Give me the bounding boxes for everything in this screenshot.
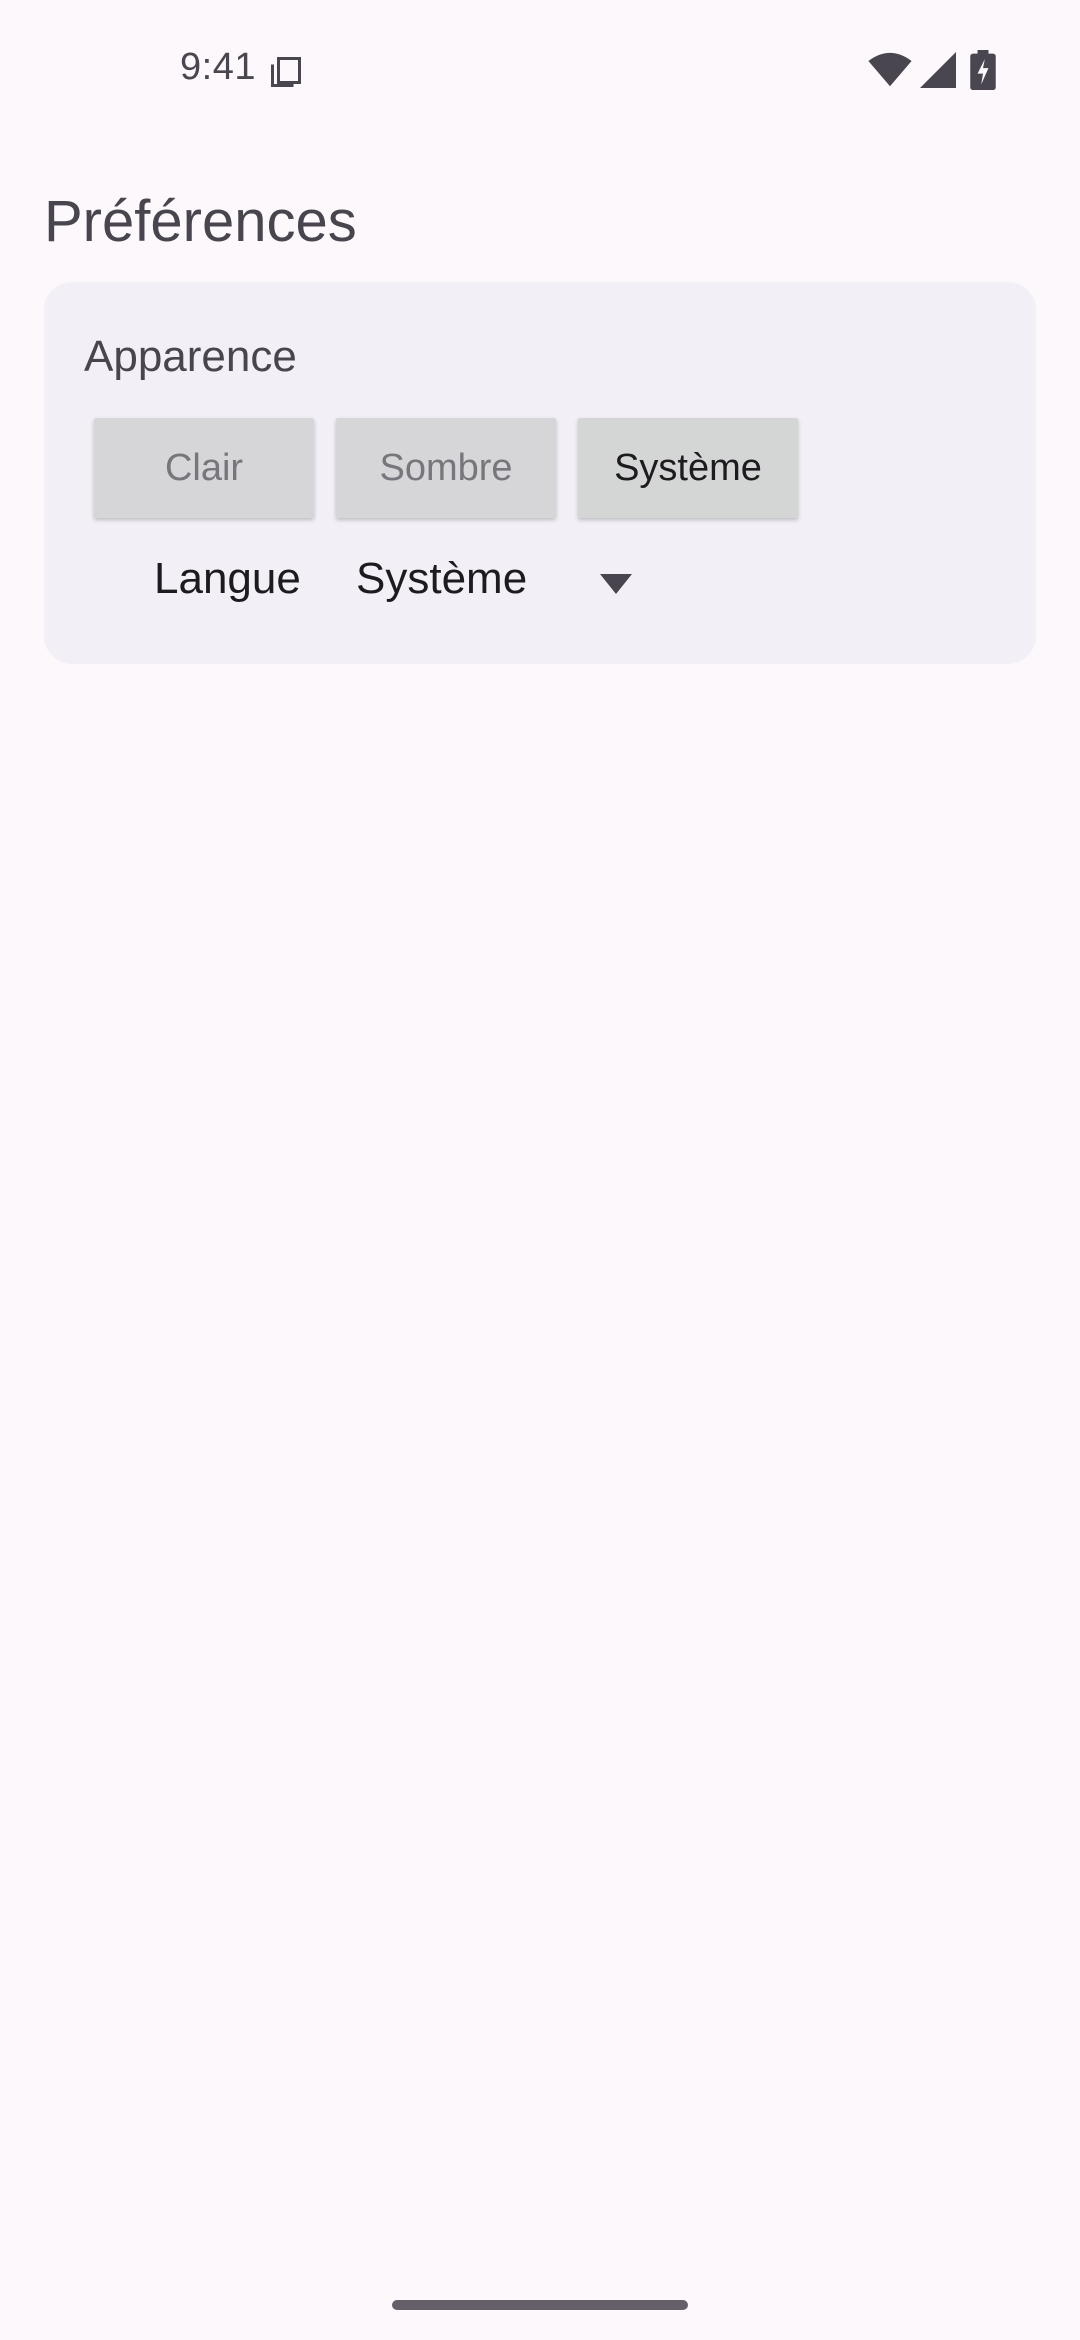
clipboard-icon <box>271 57 301 87</box>
battery-charging-icon <box>970 50 996 90</box>
wifi-icon <box>868 52 912 87</box>
signal-icon <box>920 52 956 88</box>
language-row: Langue Système <box>44 544 1036 624</box>
status-time: 9:41 <box>180 46 256 88</box>
home-indicator[interactable] <box>392 2300 688 2310</box>
theme-light-button[interactable]: Clair <box>94 418 314 518</box>
language-selected-value: Système <box>356 554 528 603</box>
appearance-card: Apparence Clair Sombre Système Langue Sy… <box>44 282 1036 664</box>
section-title-appearance: Apparence <box>84 332 297 381</box>
language-label: Langue <box>154 554 301 603</box>
dropdown-arrow-icon <box>600 574 632 594</box>
status-icons <box>868 50 1004 92</box>
theme-system-button[interactable]: Système <box>578 418 798 518</box>
status-bar: 9:41 <box>0 0 1080 140</box>
theme-dark-button[interactable]: Sombre <box>336 418 556 518</box>
language-dropdown[interactable]: Système <box>356 544 656 624</box>
page-title: Préférences <box>44 189 357 254</box>
